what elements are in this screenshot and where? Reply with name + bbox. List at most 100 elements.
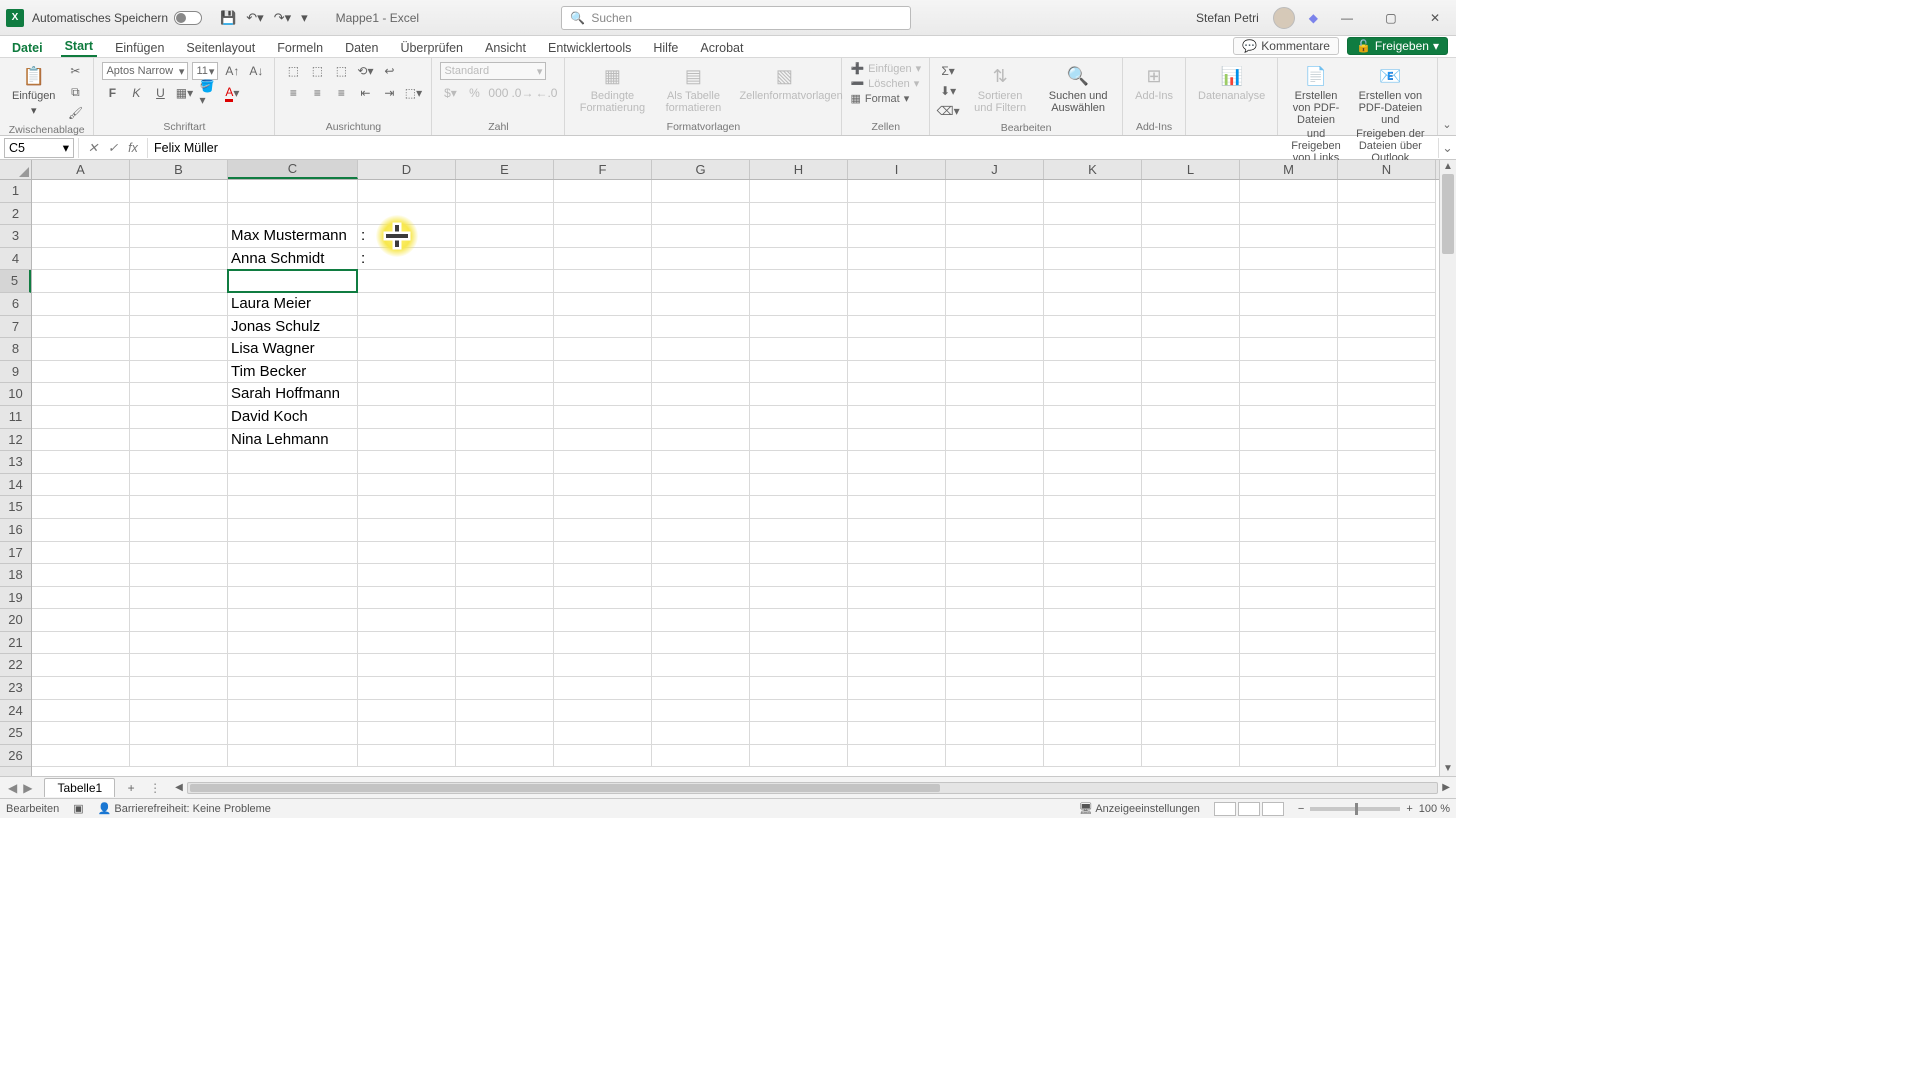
delete-cells-button[interactable]: ➖Löschen▾: [850, 77, 921, 90]
row-header-9[interactable]: 9: [0, 361, 31, 384]
cell-G9[interactable]: [652, 361, 750, 384]
cell-I9[interactable]: [848, 361, 946, 384]
cell-K9[interactable]: [1044, 361, 1142, 384]
cell-J1[interactable]: [946, 180, 1044, 203]
cell-G18[interactable]: [652, 564, 750, 587]
row-header-16[interactable]: 16: [0, 519, 31, 542]
row-header-14[interactable]: 14: [0, 474, 31, 497]
col-header-D[interactable]: D: [358, 160, 456, 179]
cell-G4[interactable]: [652, 248, 750, 271]
cell-B22[interactable]: [130, 654, 228, 677]
col-header-J[interactable]: J: [946, 160, 1044, 179]
select-all-button[interactable]: [0, 160, 32, 180]
cell-K17[interactable]: [1044, 542, 1142, 565]
cell-N15[interactable]: [1338, 496, 1436, 519]
sheet-tab[interactable]: Tabelle1: [44, 778, 115, 797]
cell-E15[interactable]: [456, 496, 554, 519]
cell-N19[interactable]: [1338, 587, 1436, 610]
cell-E16[interactable]: [456, 519, 554, 542]
cell-I7[interactable]: [848, 316, 946, 339]
addins-button[interactable]: ⊞ Add-Ins: [1131, 62, 1177, 104]
cell-G6[interactable]: [652, 293, 750, 316]
cell-A6[interactable]: [32, 293, 130, 316]
cell-L23[interactable]: [1142, 677, 1240, 700]
cell-N18[interactable]: [1338, 564, 1436, 587]
cell-K24[interactable]: [1044, 700, 1142, 723]
bold-icon[interactable]: F: [102, 84, 122, 102]
increase-font-icon[interactable]: A↑: [222, 62, 242, 80]
cell-G23[interactable]: [652, 677, 750, 700]
cell-L13[interactable]: [1142, 451, 1240, 474]
col-header-K[interactable]: K: [1044, 160, 1142, 179]
cell-H4[interactable]: [750, 248, 848, 271]
cell-J12[interactable]: [946, 429, 1044, 452]
cell-J2[interactable]: [946, 203, 1044, 226]
scroll-up-icon[interactable]: ▲: [1440, 160, 1456, 174]
cell-D19[interactable]: [358, 587, 456, 610]
cell-H18[interactable]: [750, 564, 848, 587]
cell-H16[interactable]: [750, 519, 848, 542]
cell-E3[interactable]: [456, 225, 554, 248]
cell-M15[interactable]: [1240, 496, 1338, 519]
macro-record-icon[interactable]: ▣: [73, 802, 83, 815]
cell-K22[interactable]: [1044, 654, 1142, 677]
cell-D17[interactable]: [358, 542, 456, 565]
cell-D3[interactable]: :: [358, 225, 456, 248]
cell-L22[interactable]: [1142, 654, 1240, 677]
col-header-A[interactable]: A: [32, 160, 130, 179]
cell-B5[interactable]: [130, 270, 228, 293]
cell-E13[interactable]: [456, 451, 554, 474]
cell-A18[interactable]: [32, 564, 130, 587]
cell-C26[interactable]: [228, 745, 358, 768]
cell-A24[interactable]: [32, 700, 130, 723]
cell-L7[interactable]: [1142, 316, 1240, 339]
cell-D16[interactable]: [358, 519, 456, 542]
cell-E24[interactable]: [456, 700, 554, 723]
cell-M8[interactable]: [1240, 338, 1338, 361]
cell-C10[interactable]: Sarah Hoffmann: [228, 383, 358, 406]
fx-icon[interactable]: fx: [125, 141, 141, 155]
cell-H3[interactable]: [750, 225, 848, 248]
cell-C17[interactable]: [228, 542, 358, 565]
scroll-left-icon[interactable]: ◀: [175, 782, 183, 793]
cell-D21[interactable]: [358, 632, 456, 655]
conditional-formatting-button[interactable]: ▦ Bedingte Formatierung: [573, 62, 651, 116]
col-header-E[interactable]: E: [456, 160, 554, 179]
cell-B8[interactable]: [130, 338, 228, 361]
cell-K13[interactable]: [1044, 451, 1142, 474]
cell-F23[interactable]: [554, 677, 652, 700]
cell-K10[interactable]: [1044, 383, 1142, 406]
cell-L18[interactable]: [1142, 564, 1240, 587]
cell-D25[interactable]: [358, 722, 456, 745]
cell-D8[interactable]: [358, 338, 456, 361]
cell-I8[interactable]: [848, 338, 946, 361]
cell-F10[interactable]: [554, 383, 652, 406]
cell-J5[interactable]: [946, 270, 1044, 293]
cell-B4[interactable]: [130, 248, 228, 271]
hscroll-thumb[interactable]: [190, 784, 940, 792]
cell-E11[interactable]: [456, 406, 554, 429]
cell-M14[interactable]: [1240, 474, 1338, 497]
cell-K4[interactable]: [1044, 248, 1142, 271]
row-header-7[interactable]: 7: [0, 316, 31, 339]
cell-L6[interactable]: [1142, 293, 1240, 316]
align-left-icon[interactable]: ≡: [283, 84, 303, 102]
tab-formeln[interactable]: Formeln: [273, 39, 327, 57]
page-layout-view-icon[interactable]: [1238, 802, 1260, 816]
row-header-5[interactable]: 5: [0, 270, 31, 293]
tab-acrobat[interactable]: Acrobat: [696, 39, 747, 57]
cell-K11[interactable]: [1044, 406, 1142, 429]
row-header-11[interactable]: 11: [0, 406, 31, 429]
cell-B25[interactable]: [130, 722, 228, 745]
row-header-17[interactable]: 17: [0, 542, 31, 565]
cell-H15[interactable]: [750, 496, 848, 519]
cell-D11[interactable]: [358, 406, 456, 429]
find-select-button[interactable]: 🔍 Suchen und Auswählen: [1042, 62, 1114, 116]
cell-H10[interactable]: [750, 383, 848, 406]
vertical-scrollbar[interactable]: ▲ ▼: [1439, 160, 1456, 776]
row-header-12[interactable]: 12: [0, 429, 31, 452]
cell-J25[interactable]: [946, 722, 1044, 745]
col-header-C[interactable]: C: [228, 160, 358, 179]
cell-H13[interactable]: [750, 451, 848, 474]
cell-J26[interactable]: [946, 745, 1044, 768]
